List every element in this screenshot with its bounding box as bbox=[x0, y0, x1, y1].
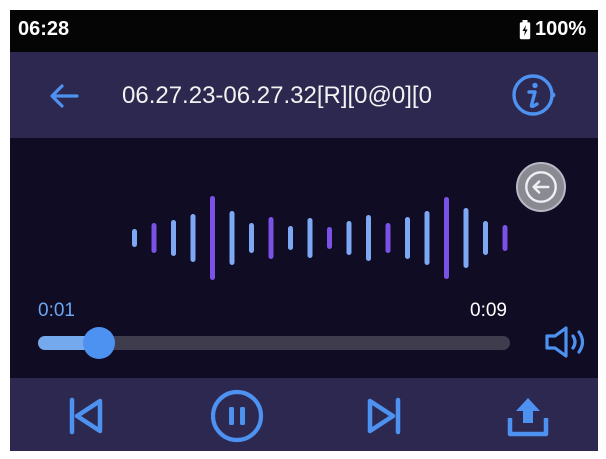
elapsed-time: 0:01 bbox=[38, 300, 75, 321]
back-arrow-icon[interactable] bbox=[44, 76, 84, 116]
waveform-bar bbox=[424, 211, 430, 265]
seek-bar-thumb[interactable] bbox=[83, 327, 116, 359]
skip-next-icon[interactable] bbox=[360, 392, 408, 440]
status-bar: 06:28 100% bbox=[10, 10, 598, 52]
pause-icon[interactable] bbox=[209, 388, 265, 444]
waveform-bar bbox=[385, 223, 391, 253]
waveform-bar bbox=[229, 211, 235, 265]
waveform-bar bbox=[346, 221, 352, 255]
status-time: 06:28 bbox=[18, 18, 70, 40]
waveform-bar bbox=[307, 218, 313, 258]
app-header: 06.27.23-06.27.32[R][0@0][0 bbox=[10, 52, 598, 138]
waveform-bar bbox=[210, 196, 215, 280]
waveform-bar bbox=[190, 214, 196, 262]
volume-speaker-icon[interactable] bbox=[542, 322, 590, 362]
waveform-bar bbox=[483, 221, 488, 255]
battery-icon bbox=[519, 20, 531, 40]
playback-controls bbox=[10, 378, 598, 451]
player-area: 0:01 0:09 bbox=[10, 138, 598, 378]
collapse-arrow-icon[interactable] bbox=[516, 162, 566, 212]
recording-title: 06.27.23-06.27.32[R][0@0][0 bbox=[122, 82, 432, 109]
waveform-bar bbox=[502, 225, 508, 251]
waveform-bar bbox=[249, 223, 254, 253]
device-screen: 06:28 100% 06.27.23-06.27.32[R][0@0][0 0… bbox=[10, 10, 598, 451]
waveform-bar bbox=[288, 226, 293, 250]
waveform-bar bbox=[463, 208, 469, 268]
battery-percent: 100% bbox=[535, 18, 587, 40]
waveform-bar bbox=[268, 217, 274, 259]
share-upload-icon[interactable] bbox=[504, 392, 552, 440]
waveform bbox=[132, 196, 508, 280]
info-icon[interactable] bbox=[510, 72, 556, 118]
waveform-bar bbox=[405, 217, 410, 259]
waveform-bar bbox=[327, 227, 332, 249]
waveform-bar bbox=[444, 197, 449, 279]
waveform-bar bbox=[132, 229, 137, 247]
waveform-bar bbox=[366, 215, 371, 261]
total-duration: 0:09 bbox=[470, 300, 507, 321]
seek-bar[interactable] bbox=[38, 327, 510, 359]
skip-previous-icon[interactable] bbox=[62, 392, 110, 440]
waveform-bar bbox=[171, 220, 176, 256]
waveform-bar bbox=[151, 223, 157, 253]
